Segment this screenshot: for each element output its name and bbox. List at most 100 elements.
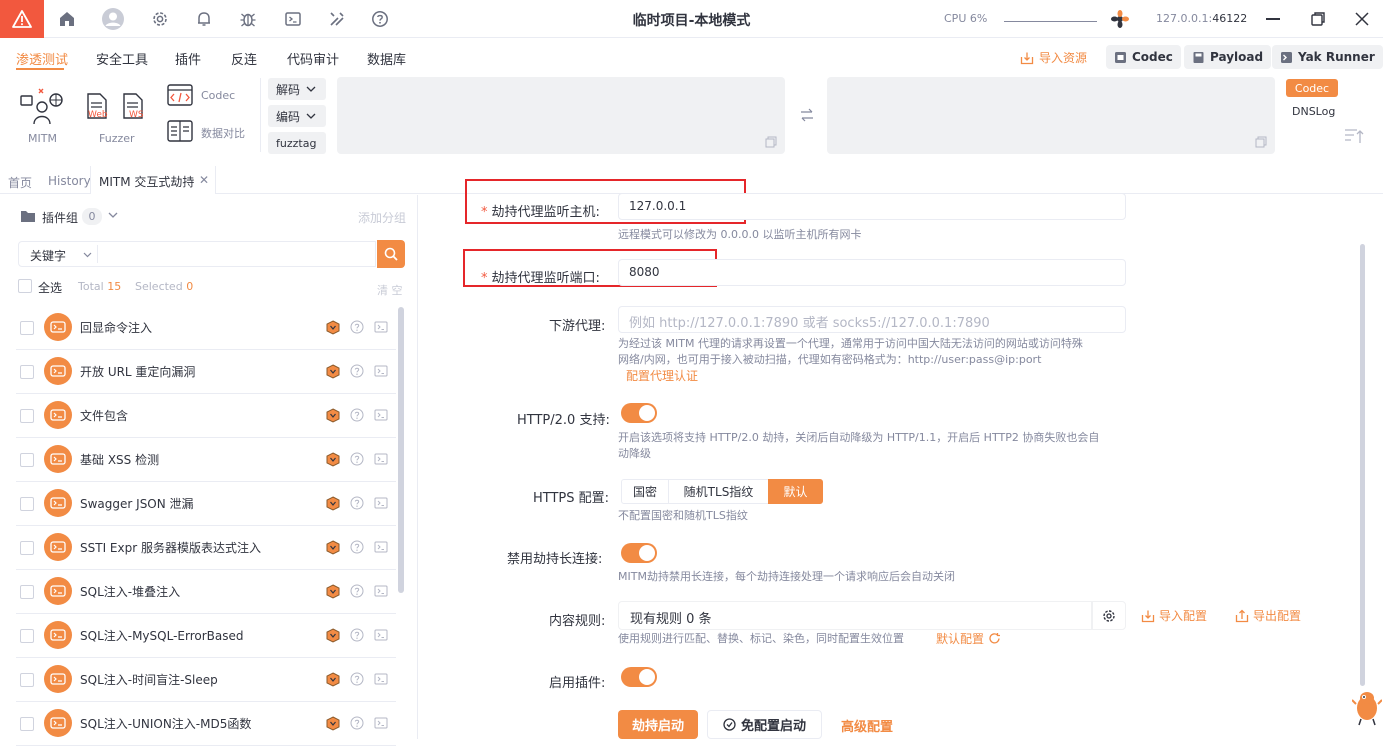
fuzztag-button[interactable]: fuzztag xyxy=(268,132,326,154)
https-option-gm[interactable]: 国密 xyxy=(621,479,669,504)
import-resource-button[interactable]: 导入资源 xyxy=(1020,49,1087,66)
plugin-help-icon[interactable] xyxy=(350,584,364,598)
menu-database[interactable]: 数据库 xyxy=(367,49,406,68)
codec-tool-icon[interactable] xyxy=(167,84,193,106)
keyword-select-label[interactable]: 关键字 xyxy=(30,247,66,264)
decode-select[interactable]: 解码 xyxy=(268,78,326,100)
clear-button[interactable]: 清 空 xyxy=(377,282,403,298)
host-input[interactable]: 127.0.0.1 xyxy=(618,193,1126,220)
copy-icon[interactable] xyxy=(1255,136,1267,148)
plugin-help-icon[interactable] xyxy=(350,540,364,554)
plugin-list-item[interactable]: SQL注入-时间盲注-Sleep xyxy=(16,658,396,702)
plugin-checkbox[interactable] xyxy=(20,629,34,643)
codec-tool-label[interactable]: Codec xyxy=(201,89,235,102)
avatar-icon[interactable] xyxy=(101,7,125,31)
plugin-list-item[interactable]: SQL注入-堆叠注入 xyxy=(16,570,396,614)
add-group-button[interactable]: 添加分组 xyxy=(358,209,406,226)
copy-icon[interactable] xyxy=(765,136,777,148)
plugin-list-item[interactable]: 回显命令注入 xyxy=(16,306,396,350)
plugin-list-item[interactable]: SQL注入-UNION注入-MD5函数 xyxy=(16,702,396,746)
advanced-config-button[interactable]: 高级配置 xyxy=(841,716,893,735)
plugin-terminal-icon[interactable] xyxy=(374,496,388,510)
gear-icon[interactable] xyxy=(148,7,172,31)
plugin-list-scrollbar[interactable] xyxy=(398,307,404,593)
tab-history[interactable]: History xyxy=(48,174,91,188)
plugin-help-icon[interactable] xyxy=(350,716,364,730)
menu-reverse[interactable]: 反连 xyxy=(231,49,257,68)
close-icon[interactable] xyxy=(1354,11,1370,27)
plugin-terminal-icon[interactable] xyxy=(374,628,388,642)
fuzzer-label[interactable]: Fuzzer xyxy=(99,132,135,145)
plugin-checkbox[interactable] xyxy=(20,321,34,335)
plugin-terminal-icon[interactable] xyxy=(374,584,388,598)
minimize-icon[interactable] xyxy=(1266,18,1280,20)
plugin-terminal-icon[interactable] xyxy=(374,452,388,466)
tools-icon[interactable] xyxy=(325,7,349,31)
mascot-icon[interactable] xyxy=(1352,686,1382,726)
mitm-icon[interactable] xyxy=(20,87,64,125)
plugin-help-icon[interactable] xyxy=(350,628,364,642)
swap-icon[interactable] xyxy=(800,108,814,122)
home-icon[interactable] xyxy=(55,7,79,31)
default-config-link[interactable]: 默认配置 xyxy=(936,630,1001,647)
plugin-list-item[interactable]: Swagger JSON 泄漏 xyxy=(16,482,396,526)
encode-select[interactable]: 编码 xyxy=(268,105,326,127)
chevron-down-icon[interactable] xyxy=(83,252,92,258)
start-hijack-button[interactable]: 劫持启动 xyxy=(618,710,698,739)
plugin-checkbox[interactable] xyxy=(20,365,34,379)
plugin-terminal-icon[interactable] xyxy=(374,364,388,378)
menu-pentest[interactable]: 渗透测试 xyxy=(16,49,68,68)
menu-plugins[interactable]: 插件 xyxy=(175,49,201,68)
plugin-terminal-icon[interactable] xyxy=(374,540,388,554)
plugin-enable-toggle[interactable] xyxy=(621,667,657,687)
plugin-checkbox[interactable] xyxy=(20,409,34,423)
plugin-list-item[interactable]: SQL注入-MySQL-ErrorBased xyxy=(16,614,396,658)
free-config-start-button[interactable]: 免配置启动 xyxy=(707,710,822,739)
select-all-checkbox[interactable] xyxy=(18,279,32,293)
data-compare-label[interactable]: 数据对比 xyxy=(201,125,245,141)
plugin-help-icon[interactable] xyxy=(350,364,364,378)
yak-engine-icon[interactable] xyxy=(1110,9,1130,29)
menu-code-audit[interactable]: 代码审计 xyxy=(287,49,339,68)
plugin-help-icon[interactable] xyxy=(350,408,364,422)
rules-settings-button[interactable] xyxy=(1092,601,1126,630)
sort-icon[interactable] xyxy=(1344,128,1364,144)
https-option-default[interactable]: 默认 xyxy=(768,479,823,504)
plugin-help-icon[interactable] xyxy=(350,496,364,510)
plugin-terminal-icon[interactable] xyxy=(374,320,388,334)
bell-icon[interactable] xyxy=(192,7,216,31)
https-option-random-tls[interactable]: 随机TLS指纹 xyxy=(668,479,769,504)
search-button[interactable] xyxy=(377,240,405,268)
plugin-terminal-icon[interactable] xyxy=(374,716,388,730)
port-input[interactable]: 8080 xyxy=(618,259,1126,286)
tab-close-icon[interactable]: ✕ xyxy=(199,173,209,187)
plugin-list-item[interactable]: 开放 URL 重定向漏洞 xyxy=(16,350,396,394)
plugin-checkbox[interactable] xyxy=(20,585,34,599)
codec-input-area[interactable] xyxy=(337,77,785,154)
downstream-proxy-input[interactable]: 例如 http://127.0.0.1:7890 或者 socks5://127… xyxy=(618,306,1126,333)
plugin-terminal-icon[interactable] xyxy=(374,408,388,422)
yakrunner-top-button[interactable]: Yak Runner xyxy=(1272,45,1383,69)
plugin-list-item[interactable]: 基础 XSS 检测 xyxy=(16,438,396,482)
restore-icon[interactable] xyxy=(1310,11,1326,27)
plugin-checkbox[interactable] xyxy=(20,673,34,687)
plugin-list-item[interactable]: 文件包含 xyxy=(16,394,396,438)
mitm-label[interactable]: MITM xyxy=(28,132,57,145)
codec-top-button[interactable]: Codec xyxy=(1106,45,1181,69)
keyword-search-box[interactable]: 关键字 xyxy=(18,241,376,267)
plugin-checkbox[interactable] xyxy=(20,717,34,731)
export-config-button[interactable]: 导出配置 xyxy=(1235,607,1301,624)
payload-top-button[interactable]: Payload xyxy=(1184,45,1272,69)
plugin-list-item[interactable]: SSTI Expr 服务器模版表达式注入 xyxy=(16,526,396,570)
plugin-help-icon[interactable] xyxy=(350,320,364,334)
bug-icon[interactable] xyxy=(236,7,260,31)
plugin-checkbox[interactable] xyxy=(20,453,34,467)
data-compare-icon[interactable] xyxy=(167,120,193,142)
dnslog-button[interactable]: DNSLog xyxy=(1292,105,1335,118)
chevron-down-icon[interactable] xyxy=(108,212,118,218)
keepalive-toggle[interactable] xyxy=(621,543,657,563)
rules-input[interactable]: 现有规则 0 条 xyxy=(618,601,1092,630)
select-all-label[interactable]: 全选 xyxy=(38,279,62,296)
plugin-help-icon[interactable] xyxy=(350,452,364,466)
http2-toggle[interactable] xyxy=(621,403,657,423)
